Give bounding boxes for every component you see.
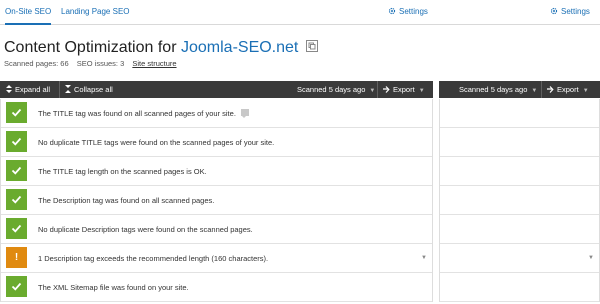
comparison-row	[440, 157, 599, 186]
comment-icon[interactable]	[240, 109, 249, 118]
expand-icon	[6, 85, 12, 93]
expand-all-button[interactable]: Expand all	[2, 81, 54, 98]
list-item[interactable]: The TITLE tag was found on all scanned p…	[1, 99, 432, 128]
list-item[interactable]: No duplicate Description tags were found…	[1, 215, 432, 244]
settings-link[interactable]: Settings	[388, 0, 428, 25]
list-item[interactable]: The Description tag was found on all sca…	[1, 186, 432, 215]
comparison-list: ▼	[439, 99, 600, 302]
scan-date-label: Scanned 5 days ago	[297, 85, 366, 94]
list-item[interactable]: ! 1 Description tag exceeds the recommen…	[1, 244, 432, 273]
status-badge-ok	[6, 189, 27, 210]
arrow-right-icon	[383, 86, 390, 93]
arrow-right-icon	[547, 86, 554, 93]
title-prefix: Content Optimization for	[4, 39, 177, 56]
export-button[interactable]: Export ▼	[379, 81, 429, 98]
tab-bar: On-Site SEO Landing Page SEO Settings Se…	[0, 0, 600, 25]
result-label: The TITLE tag was found on all scanned p…	[38, 109, 236, 118]
chevron-down-icon[interactable]: ▼	[588, 244, 594, 273]
scan-date-dropdown[interactable]: Scanned 5 days ago ▼	[293, 81, 379, 98]
comparison-row	[440, 99, 599, 128]
settings-label: Settings	[561, 7, 590, 16]
result-text: The TITLE tag length on the scanned page…	[38, 167, 207, 176]
export-label: Export	[393, 85, 415, 94]
result-text: The Description tag was found on all sca…	[38, 196, 215, 205]
list-item[interactable]: No duplicate TITLE tags were found on th…	[1, 128, 432, 157]
chevron-down-icon: ▼	[531, 88, 538, 94]
settings-link-right[interactable]: Settings	[550, 0, 590, 25]
result-text: The TITLE tag was found on all scanned p…	[38, 99, 249, 128]
status-badge-ok	[6, 218, 27, 239]
scanned-pages: Scanned pages: 66	[4, 59, 69, 68]
external-link-icon[interactable]	[305, 40, 318, 52]
status-badge-ok	[6, 102, 27, 123]
collapse-all-label: Collapse all	[74, 85, 113, 94]
domain-link[interactable]: Joomla-SEO.net	[181, 39, 298, 56]
tab-landing-page-seo[interactable]: Landing Page SEO	[61, 0, 130, 25]
check-icon	[11, 195, 22, 204]
results-toolbar: Expand all Collapse all Scanned 5 days a…	[0, 81, 433, 98]
comparison-row	[440, 273, 599, 302]
settings-label: Settings	[399, 7, 428, 16]
check-icon	[11, 108, 22, 117]
check-icon	[11, 166, 22, 175]
check-icon	[11, 137, 22, 146]
status-badge-warning: !	[6, 247, 27, 268]
toolbar-divider	[377, 81, 378, 98]
page-title: Content Optimization for Joomla-SEO.net	[4, 39, 318, 57]
check-icon	[11, 282, 22, 291]
chevron-down-icon[interactable]: ▼	[421, 244, 427, 273]
comparison-row	[440, 186, 599, 215]
scan-meta: Scanned pages: 66 SEO issues: 3 Site str…	[4, 59, 183, 68]
scan-date-dropdown-right[interactable]: Scanned 5 days ago ▼	[455, 81, 541, 98]
seo-issues: SEO issues: 3	[76, 59, 125, 68]
result-text: 1 Description tag exceeds the recommende…	[38, 254, 269, 263]
export-button-right[interactable]: Export ▼	[543, 81, 593, 98]
chevron-down-icon: ▼	[582, 88, 589, 94]
gear-icon	[388, 7, 396, 15]
results-list: The TITLE tag was found on all scanned p…	[0, 99, 433, 302]
chevron-down-icon: ▼	[418, 88, 425, 94]
comparison-toolbar: Scanned 5 days ago ▼ Export ▼	[439, 81, 600, 98]
result-text: No duplicate Description tags were found…	[38, 225, 253, 234]
status-badge-ok	[6, 131, 27, 152]
status-badge-ok	[6, 160, 27, 181]
warning-icon: !	[14, 252, 19, 263]
list-item[interactable]: The XML Sitemap file was found on your s…	[1, 273, 432, 302]
site-structure-link[interactable]: Site structure	[132, 59, 176, 68]
result-text: The XML Sitemap file was found on your s…	[38, 283, 189, 292]
comparison-row	[440, 215, 599, 244]
comparison-row	[440, 128, 599, 157]
expand-all-label: Expand all	[15, 85, 51, 94]
list-item[interactable]: The TITLE tag length on the scanned page…	[1, 157, 432, 186]
tab-on-site-seo[interactable]: On-Site SEO	[5, 0, 52, 25]
status-badge-ok	[6, 276, 27, 297]
toolbar-divider	[541, 81, 542, 98]
toolbar-divider	[59, 81, 60, 98]
scan-date-label: Scanned 5 days ago	[459, 85, 528, 94]
chevron-down-icon: ▼	[369, 88, 376, 94]
check-icon	[11, 224, 22, 233]
collapse-all-button[interactable]: Collapse all	[61, 81, 117, 98]
export-label: Export	[557, 85, 579, 94]
comparison-row: ▼	[440, 244, 599, 273]
gear-icon	[550, 7, 558, 15]
collapse-icon	[65, 85, 71, 93]
result-text: No duplicate TITLE tags were found on th…	[38, 138, 275, 147]
